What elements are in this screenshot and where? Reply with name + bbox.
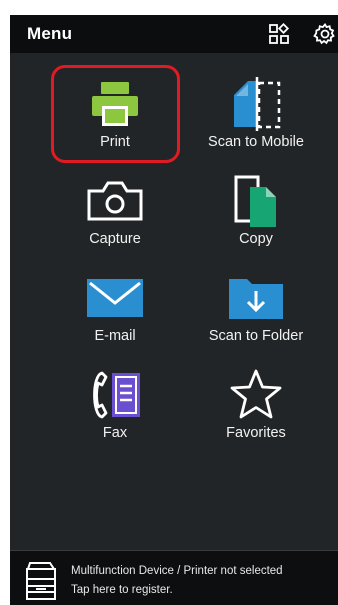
- folder-download-icon: [221, 270, 291, 326]
- menu-item-label: Scan to Mobile: [208, 134, 304, 150]
- menu-item-scan-to-folder[interactable]: Scan to Folder: [191, 264, 321, 354]
- camera-icon: [80, 173, 150, 229]
- app-screen: Menu Print Scan to Mobile Capture Copy E…: [10, 15, 338, 605]
- menu-item-label: E-mail: [94, 328, 136, 344]
- device-register-banner[interactable]: Multifunction Device / Printer not selec…: [10, 550, 338, 605]
- menu-item-label: Scan to Folder: [208, 328, 304, 344]
- menu-item-label: Capture: [89, 231, 141, 247]
- menu-item-label: Print: [100, 134, 130, 150]
- device-status-text: Multifunction Device / Printer not selec…: [71, 565, 283, 577]
- star-icon: [221, 367, 291, 423]
- fax-icon: [80, 367, 150, 423]
- menu-item-label: Favorites: [226, 425, 286, 441]
- menu-item-email[interactable]: E-mail: [50, 264, 180, 354]
- menu-item-copy[interactable]: Copy: [191, 167, 321, 257]
- scan-to-mobile-icon: [221, 76, 291, 132]
- apps-grid-icon[interactable]: [267, 22, 291, 46]
- top-bar: Menu: [10, 15, 338, 53]
- menu-item-capture[interactable]: Capture: [50, 167, 180, 257]
- menu-item-print[interactable]: Print: [50, 70, 180, 160]
- menu-item-label: Fax: [102, 425, 128, 441]
- envelope-icon: [80, 270, 150, 326]
- menu-item-label: Copy: [239, 231, 273, 247]
- page-title: Menu: [27, 24, 73, 43]
- printer-icon: [80, 76, 150, 132]
- gear-icon[interactable]: [313, 22, 337, 46]
- register-hint-text: Tap here to register.: [71, 584, 173, 596]
- menu-item-fax[interactable]: Fax: [50, 361, 180, 451]
- menu-item-favorites[interactable]: Favorites: [191, 361, 321, 451]
- printer-device-icon: [24, 561, 58, 601]
- menu-item-scan-to-mobile[interactable]: Scan to Mobile: [191, 70, 321, 160]
- copy-icon: [221, 173, 291, 229]
